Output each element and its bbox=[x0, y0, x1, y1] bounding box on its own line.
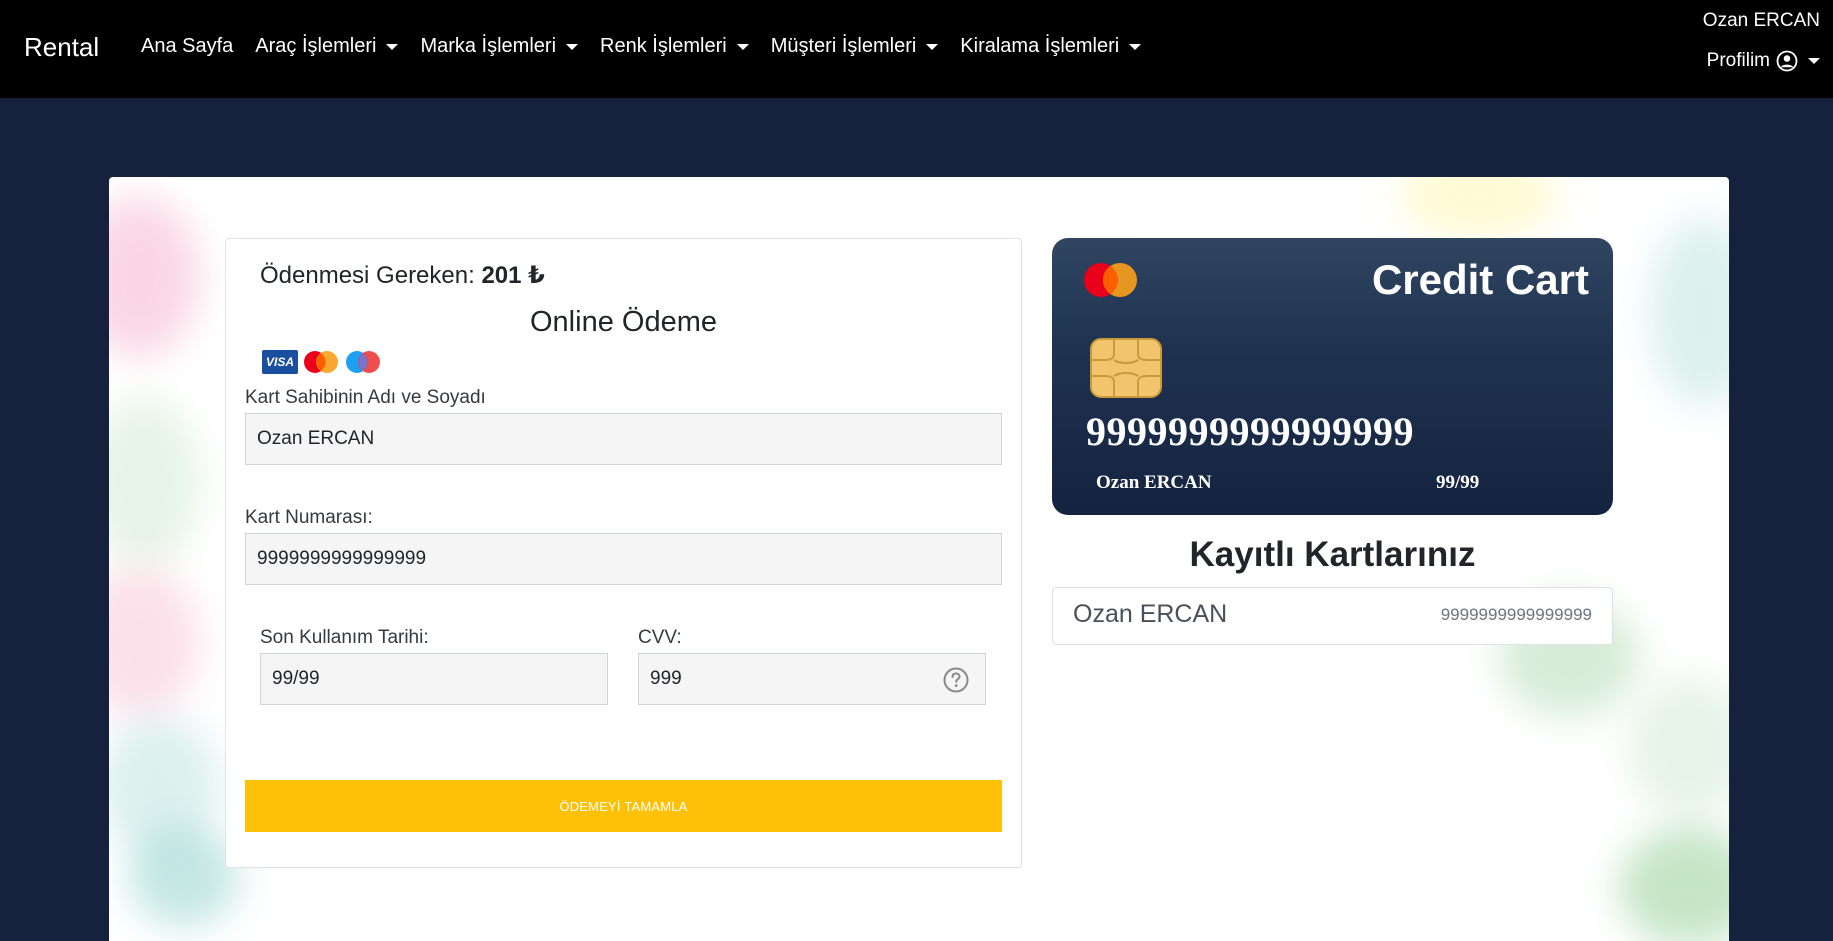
top-navbar: Rental Ana Sayfa Araç İşlemleri Marka İş… bbox=[0, 0, 1833, 98]
online-payment-title: Online Ödeme bbox=[530, 306, 717, 338]
user-circle-icon bbox=[1776, 50, 1798, 72]
saved-card-item[interactable]: Ozan ERCAN 9999999999999999 bbox=[1052, 587, 1613, 645]
card-expiry-preview: 99/99 bbox=[1436, 472, 1480, 493]
mastercard-logo-icon bbox=[1084, 263, 1137, 297]
cvv-label: CVV: bbox=[638, 627, 682, 648]
mastercard-icon bbox=[304, 351, 338, 373]
nav-item-colors[interactable]: Renk İşlemleri bbox=[600, 35, 749, 58]
amount-label: Ödenmesi Gereken: bbox=[260, 262, 475, 289]
expiry-value: 99/99 bbox=[272, 668, 320, 689]
watercolor-decoration bbox=[109, 397, 199, 567]
nav-item-label: Renk İşlemleri bbox=[600, 35, 727, 57]
caret-down-icon bbox=[1808, 58, 1820, 64]
card-brand-logos: VISA bbox=[262, 349, 382, 375]
expiry-label: Son Kullanım Tarihi: bbox=[260, 627, 429, 648]
nav-item-home[interactable]: Ana Sayfa bbox=[141, 35, 233, 58]
watercolor-decoration bbox=[129, 827, 239, 927]
brand-link[interactable]: Rental bbox=[24, 32, 99, 63]
holder-name-label: Kart Sahibinin Adı ve Soyadı bbox=[245, 387, 486, 408]
card-number-value: 9999999999999999 bbox=[257, 548, 427, 569]
visa-icon: VISA bbox=[262, 350, 298, 374]
nav-item-cars[interactable]: Araç İşlemleri bbox=[255, 35, 399, 58]
amount-due: Ödenmesi Gereken: 201 ₺ bbox=[260, 261, 545, 290]
payment-form-card: Ödenmesi Gereken: 201 ₺ Online Ödeme VIS… bbox=[225, 238, 1022, 868]
caret-down-icon bbox=[566, 43, 579, 50]
caret-down-icon bbox=[926, 43, 939, 50]
profile-dropdown[interactable]: Profilim bbox=[1707, 50, 1820, 72]
cvv-value: 999 bbox=[650, 668, 682, 689]
saved-card-name: Ozan ERCAN bbox=[1073, 600, 1228, 628]
question-circle-icon[interactable] bbox=[943, 667, 969, 693]
expiry-input[interactable]: 99/99 bbox=[260, 653, 608, 705]
amount-value: 201 ₺ bbox=[481, 262, 545, 289]
credit-card-preview: Credit Cart 9999999999999999 Ozan ERCAN … bbox=[1052, 238, 1613, 515]
nav-menu: Ana Sayfa Araç İşlemleri Marka İşlemleri… bbox=[141, 35, 1163, 58]
nav-item-label: Ana Sayfa bbox=[141, 35, 234, 57]
nav-item-label: Müşteri İşlemleri bbox=[770, 35, 917, 57]
caret-down-icon bbox=[736, 43, 749, 50]
watercolor-decoration bbox=[1649, 217, 1729, 407]
card-title: Credit Cart bbox=[1371, 256, 1589, 303]
saved-cards-title: Kayıtlı Kartlarınız bbox=[1189, 535, 1476, 574]
nav-item-brands[interactable]: Marka İşlemleri bbox=[420, 35, 579, 58]
watercolor-decoration bbox=[109, 567, 199, 717]
holder-name-input[interactable]: Ozan ERCAN bbox=[245, 413, 1002, 465]
profile-label: Profilim bbox=[1706, 50, 1770, 71]
watercolor-decoration bbox=[109, 197, 199, 357]
nav-item-rentals[interactable]: Kiralama İşlemleri bbox=[960, 35, 1142, 58]
watercolor-decoration bbox=[1629, 677, 1729, 817]
caret-down-icon bbox=[386, 43, 399, 50]
nav-item-customers[interactable]: Müşteri İşlemleri bbox=[771, 35, 939, 58]
card-holder-preview: Ozan ERCAN bbox=[1096, 472, 1212, 493]
nav-item-label: Araç İşlemleri bbox=[255, 35, 377, 57]
chip-icon bbox=[1090, 338, 1162, 398]
watercolor-decoration bbox=[1619, 827, 1729, 941]
card-number-input[interactable]: 9999999999999999 bbox=[245, 533, 1002, 585]
holder-name-value: Ozan ERCAN bbox=[257, 428, 375, 449]
nav-item-label: Marka İşlemleri bbox=[420, 35, 557, 57]
nav-item-label: Kiralama İşlemleri bbox=[960, 35, 1120, 57]
card-number-label: Kart Numarası: bbox=[245, 507, 373, 528]
cvv-input[interactable]: 999 bbox=[638, 653, 986, 705]
maestro-icon bbox=[346, 351, 380, 373]
caret-down-icon bbox=[1129, 43, 1142, 50]
watercolor-decoration bbox=[1399, 177, 1559, 237]
complete-payment-button[interactable]: ÖDEMEYİ TAMAMLA bbox=[245, 780, 1002, 832]
main-panel: Ödenmesi Gereken: 201 ₺ Online Ödeme VIS… bbox=[109, 177, 1729, 941]
user-name: Ozan ERCAN bbox=[1702, 10, 1820, 31]
card-number-preview: 9999999999999999 bbox=[1086, 409, 1414, 454]
saved-card-number: 9999999999999999 bbox=[1440, 605, 1592, 624]
